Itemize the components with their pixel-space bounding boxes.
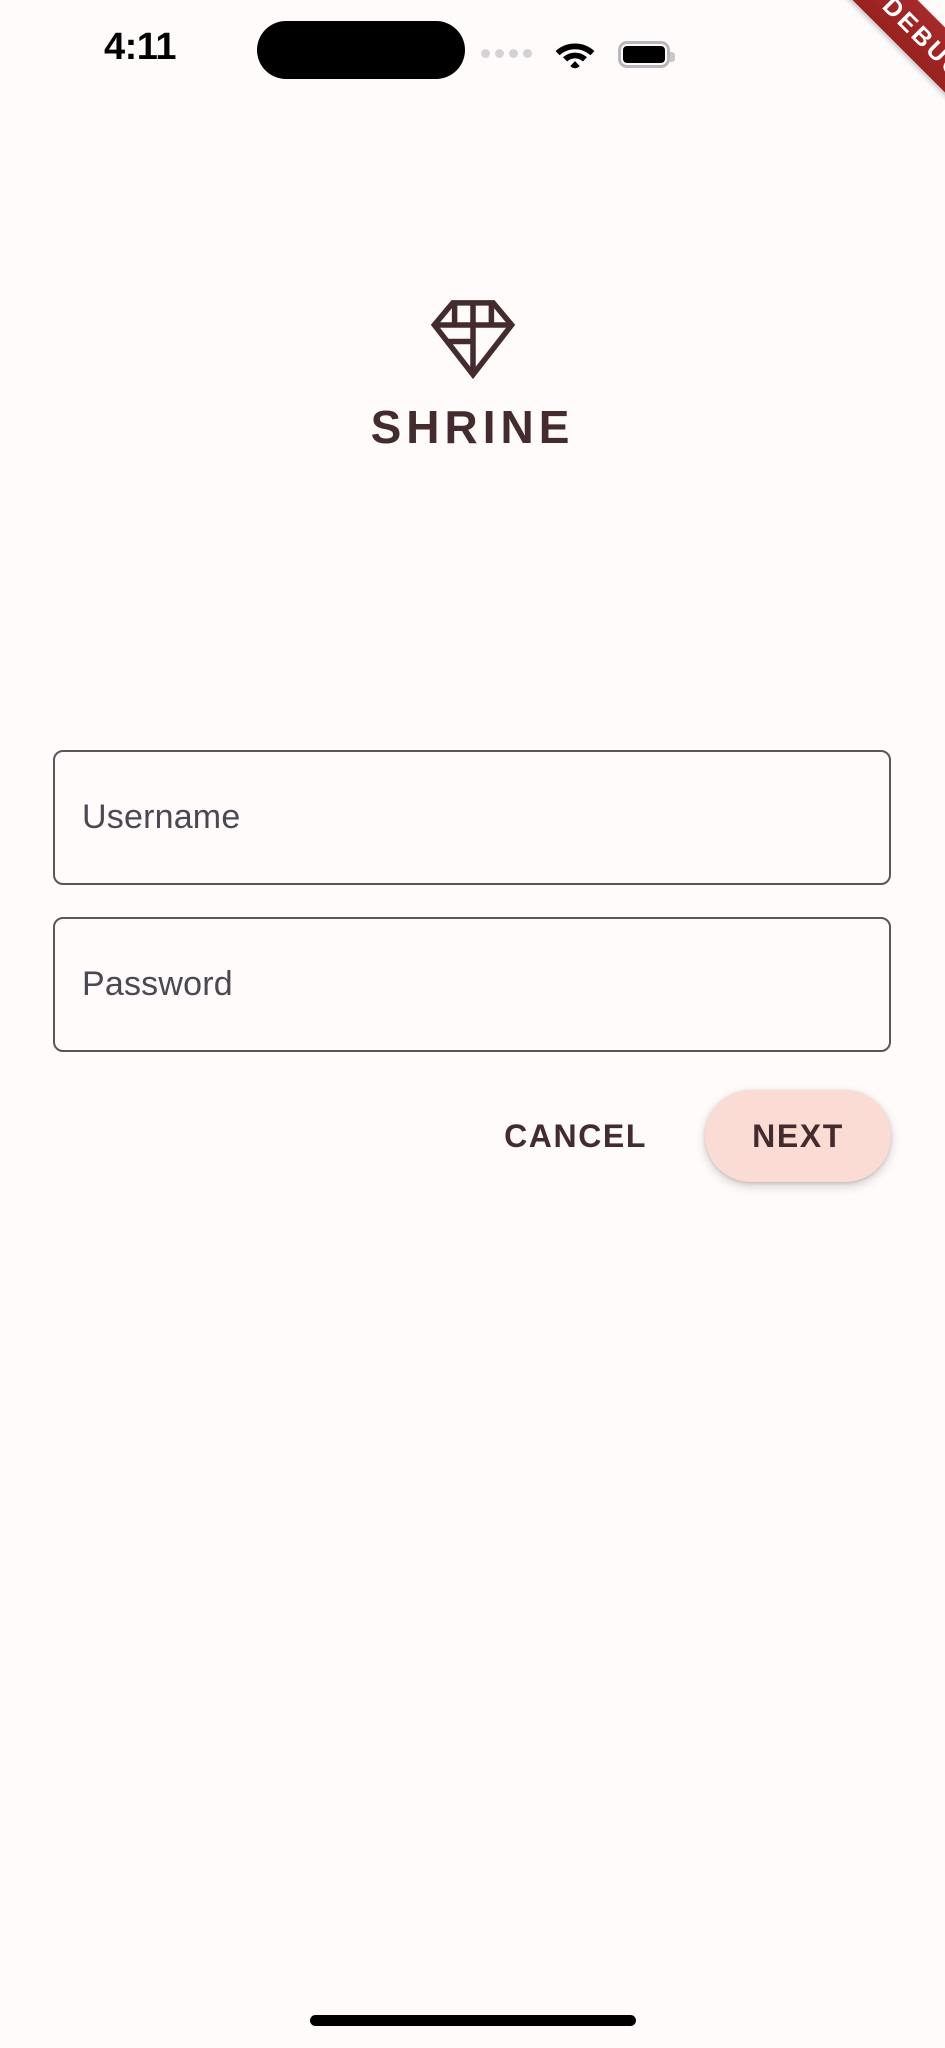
- status-bar-time: 4:11: [104, 26, 176, 68]
- password-field[interactable]: Password: [53, 917, 891, 1052]
- dynamic-island: [257, 21, 465, 79]
- form-actions: CANCEL NEXT: [53, 1090, 891, 1182]
- shrine-login-screen: 4:11 DEBUG SHRINE Username Password CANC…: [0, 0, 945, 2048]
- diamond-logo-icon: [430, 300, 515, 380]
- username-field-label: Username: [82, 798, 241, 836]
- status-bar-indicators: [481, 38, 675, 70]
- battery-icon: [618, 40, 675, 68]
- home-indicator[interactable]: [309, 2015, 636, 2026]
- password-field-label: Password: [82, 965, 233, 1003]
- login-form: Username Password: [53, 750, 891, 1052]
- brand-header: SHRINE: [0, 290, 945, 450]
- status-bar: 4:11: [0, 0, 945, 100]
- cancel-button[interactable]: CANCEL: [476, 1096, 675, 1177]
- username-field[interactable]: Username: [53, 750, 891, 885]
- signal-dots-icon: [481, 48, 532, 60]
- next-button[interactable]: NEXT: [705, 1090, 891, 1182]
- brand-title: SHRINE: [370, 401, 575, 453]
- wifi-icon: [555, 43, 595, 69]
